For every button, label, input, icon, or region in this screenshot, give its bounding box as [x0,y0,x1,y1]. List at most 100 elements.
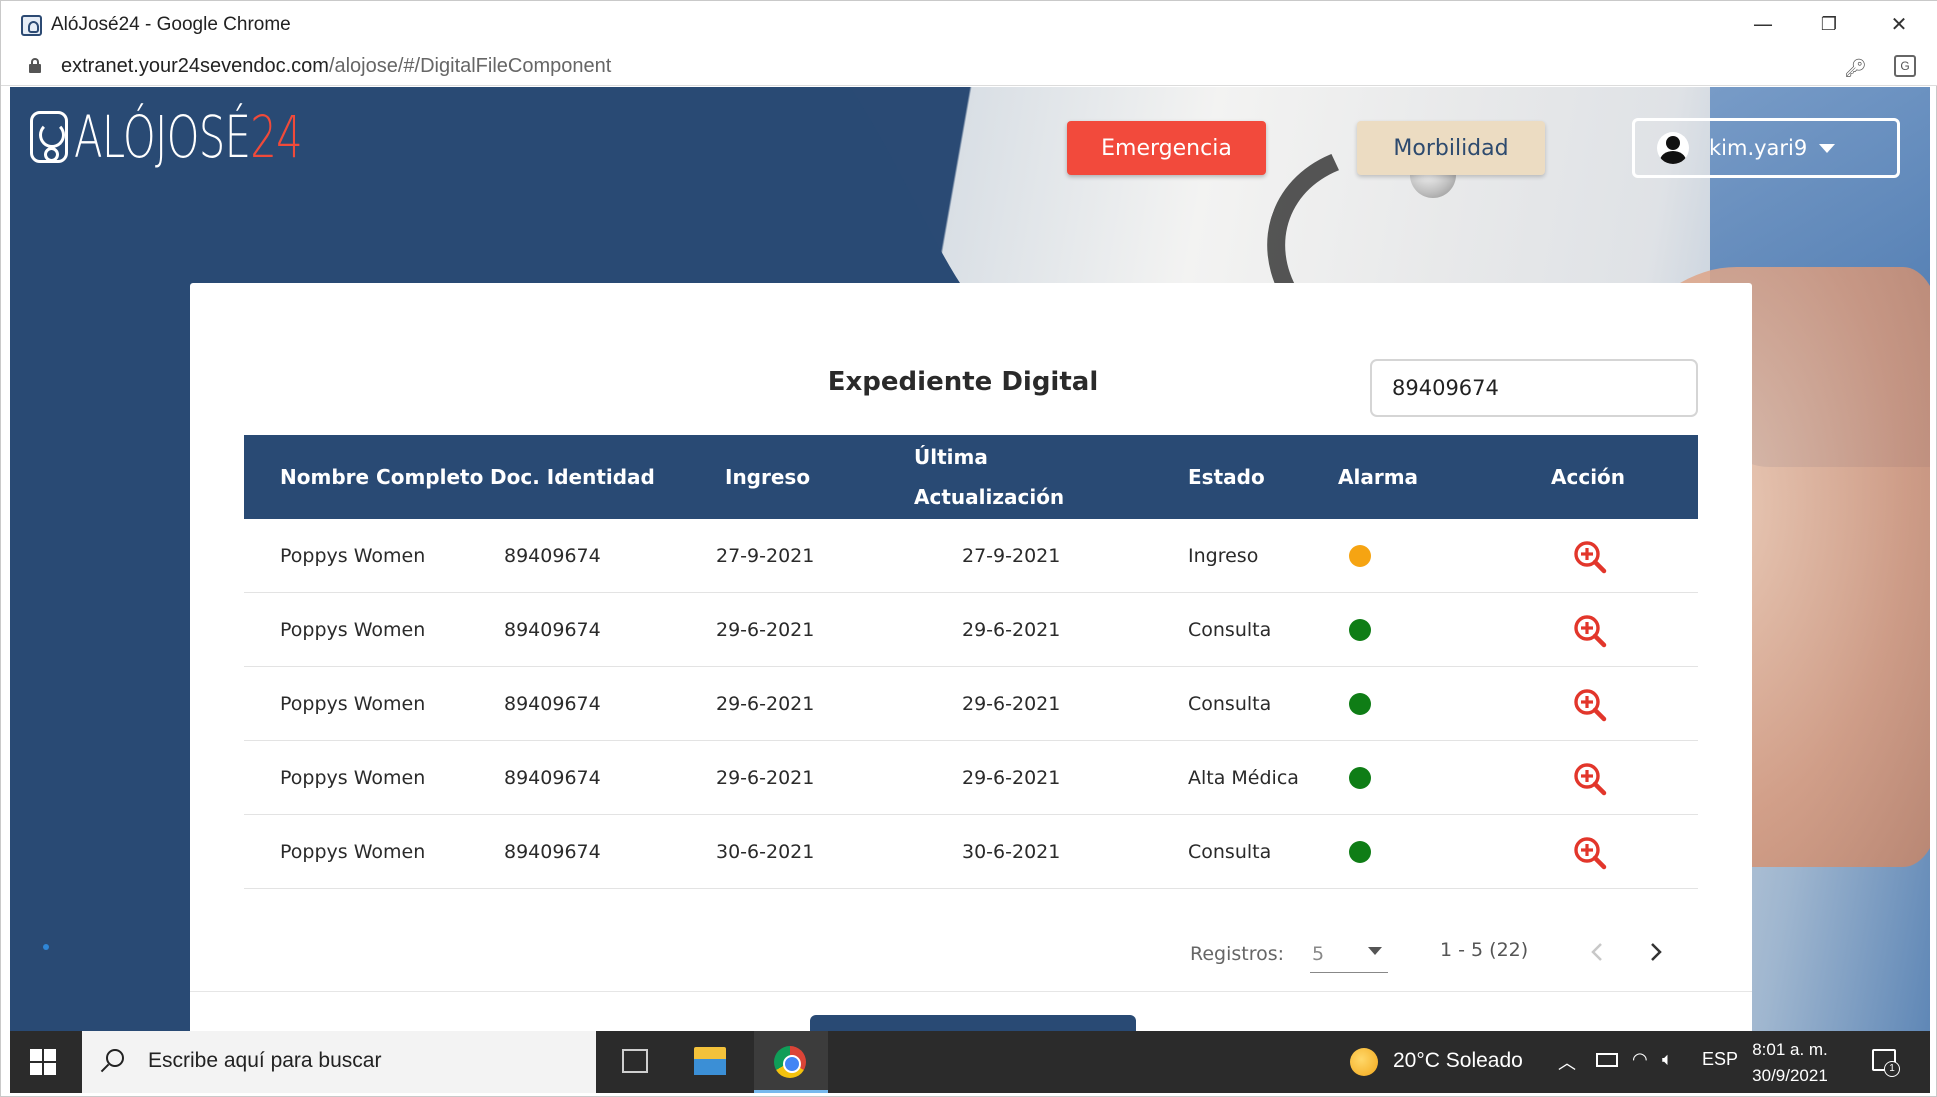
column-header-ingreso: Ingreso [725,465,811,489]
weather-sun-icon[interactable] [1350,1048,1378,1076]
wifi-icon[interactable]: ◠ [1632,1049,1648,1070]
cell-estado: Ingreso [1188,545,1259,567]
zoom-in-icon[interactable] [1572,539,1608,575]
username-label: kim.yari9 [1709,136,1808,160]
document-search-input[interactable] [1370,359,1698,417]
column-header-last-update-line1: Última [914,445,988,469]
page-viewport: ALÓJOSÉ24 Emergencia Morbilidad kim.yari… [10,87,1930,1031]
url-text[interactable]: extranet.your24sevendoc.com/alojose/#/Di… [61,55,611,78]
table-row: Poppys Women 89409674 29-6-2021 29-6-2021 Co… [244,593,1698,667]
previous-page-button[interactable] [1585,939,1611,965]
next-page-button[interactable] [1642,939,1668,965]
table-header: Nombre Completo Doc. Identidad Ingreso Ú… [244,435,1698,519]
dropdown-arrow-icon [1368,947,1382,955]
sidebar-indicator-dot [43,944,49,950]
cell-last-update: 27-9-2021 [962,545,1061,567]
search-icon [106,1049,124,1067]
lock-icon[interactable] [29,58,41,73]
cell-name: Poppys Women [280,545,426,567]
weather-text[interactable]: 20°C Soleado [1393,1049,1523,1073]
cell-name: Poppys Women [280,693,426,715]
taskbar-search-placeholder: Escribe aquí para buscar [148,1049,382,1072]
table-row: Poppys Women 89409674 29-6-2021 29-6-2021 Co… [244,667,1698,741]
page-range-label: 1 - 5 (22) [1440,939,1529,961]
app-favicon-icon [21,15,42,36]
alarm-status-dot [1349,545,1371,567]
cell-estado: Consulta [1188,619,1272,641]
cell-ingreso: 29-6-2021 [716,767,815,789]
page-size-value: 5 [1312,943,1325,965]
chevron-down-icon [1819,143,1836,153]
battery-icon[interactable] [1596,1053,1618,1067]
cell-name: Poppys Women [280,767,426,789]
file-explorer-icon[interactable] [694,1047,726,1075]
emergency-button[interactable]: Emergencia [1067,121,1266,175]
table-body: Poppys Women 89409674 27-9-2021 27-9-2021 In… [244,519,1698,889]
cell-alarma [1349,741,1371,815]
cell-ingreso: 27-9-2021 [716,545,815,567]
window-titlebar: AlóJosé24 - Google Chrome — ❐ ✕ [1,1,1937,46]
cell-ingreso: 29-6-2021 [716,619,815,641]
cell-estado: Consulta [1188,693,1272,715]
window-title: AlóJosé24 - Google Chrome [51,14,291,35]
minimize-button[interactable]: — [1743,7,1783,41]
clock-date: 30/9/2021 [1752,1066,1828,1085]
cell-name: Poppys Women [280,841,426,863]
morbidity-button[interactable]: Morbilidad [1357,121,1545,175]
taskbar-chrome-button[interactable] [754,1031,828,1093]
url-host: extranet.your24sevendoc.com [61,55,329,77]
notification-count-badge: 1 [1884,1061,1900,1077]
cell-doc: 89409674 [504,767,601,789]
zoom-in-icon[interactable] [1572,835,1608,871]
table-row: Poppys Women 89409674 27-9-2021 27-9-2021 In… [244,519,1698,593]
task-view-icon[interactable] [622,1049,648,1073]
cell-doc: 89409674 [504,841,601,863]
card-divider [190,991,1752,992]
column-header-accion: Acción [1551,465,1626,489]
translate-icon[interactable]: G [1894,55,1916,77]
column-header-name: Nombre Completo [280,465,484,489]
digital-file-card: Expediente Digital Nombre Completo Doc. … [190,283,1752,1031]
cell-ingreso: 29-6-2021 [716,693,815,715]
tray-chevron-up-icon[interactable]: ︿ [1558,1049,1576,1075]
cell-doc: 89409674 [504,693,601,715]
cell-doc: 89409674 [504,545,601,567]
password-key-icon[interactable]: 🔑︎ [1844,58,1867,79]
alarm-status-dot [1349,619,1371,641]
volume-icon[interactable]: 🔈︎ [1662,1049,1673,1070]
cell-estado: Alta Médica [1188,767,1299,789]
input-language[interactable]: ESP [1702,1049,1738,1070]
close-button[interactable]: ✕ [1879,7,1919,41]
zoom-in-icon[interactable] [1572,613,1608,649]
address-bar[interactable]: extranet.your24sevendoc.com/alojose/#/Di… [1,46,1937,86]
table-row: Poppys Women 89409674 30-6-2021 30-6-2021 Co… [244,815,1698,889]
taskbar-clock[interactable]: 8:01 a. m. 30/9/2021 [1750,1037,1830,1089]
column-header-alarma: Alarma [1338,465,1419,489]
app-logo[interactable]: ALÓJOSÉ24 [30,103,391,171]
zoom-in-icon[interactable] [1572,687,1608,723]
cell-last-update: 30-6-2021 [962,841,1061,863]
windows-start-icon[interactable] [30,1049,58,1077]
logo-word: ALÓJOSÉ [74,103,251,171]
logo-text: ALÓJOSÉ24 [74,103,303,171]
cell-ingreso: 30-6-2021 [716,841,815,863]
logo-number: 24 [250,103,302,171]
column-header-doc: Doc. Identidad [490,465,655,489]
cell-last-update: 29-6-2021 [962,693,1061,715]
taskbar-search-box[interactable]: Escribe aquí para buscar [82,1031,596,1093]
column-header-last-update: Última Actualización [914,435,1064,519]
page-size-label: Registros: [1190,943,1285,965]
cell-alarma [1349,815,1371,889]
column-header-estado: Estado [1188,465,1265,489]
cell-doc: 89409674 [504,619,601,641]
alarm-status-dot [1349,767,1371,789]
zoom-in-icon[interactable] [1572,761,1608,797]
user-menu-button[interactable]: kim.yari9 [1632,118,1900,178]
paginator: Registros: 5 1 - 5 (22) [190,923,1752,983]
page-size-select[interactable]: 5 [1310,937,1388,973]
restore-button[interactable]: ❐ [1809,7,1849,41]
column-header-last-update-line2: Actualización [914,485,1065,509]
table-row: Poppys Women 89409674 29-6-2021 29-6-2021 Al… [244,741,1698,815]
cell-estado: Consulta [1188,841,1272,863]
bottom-action-button[interactable] [810,1015,1136,1031]
